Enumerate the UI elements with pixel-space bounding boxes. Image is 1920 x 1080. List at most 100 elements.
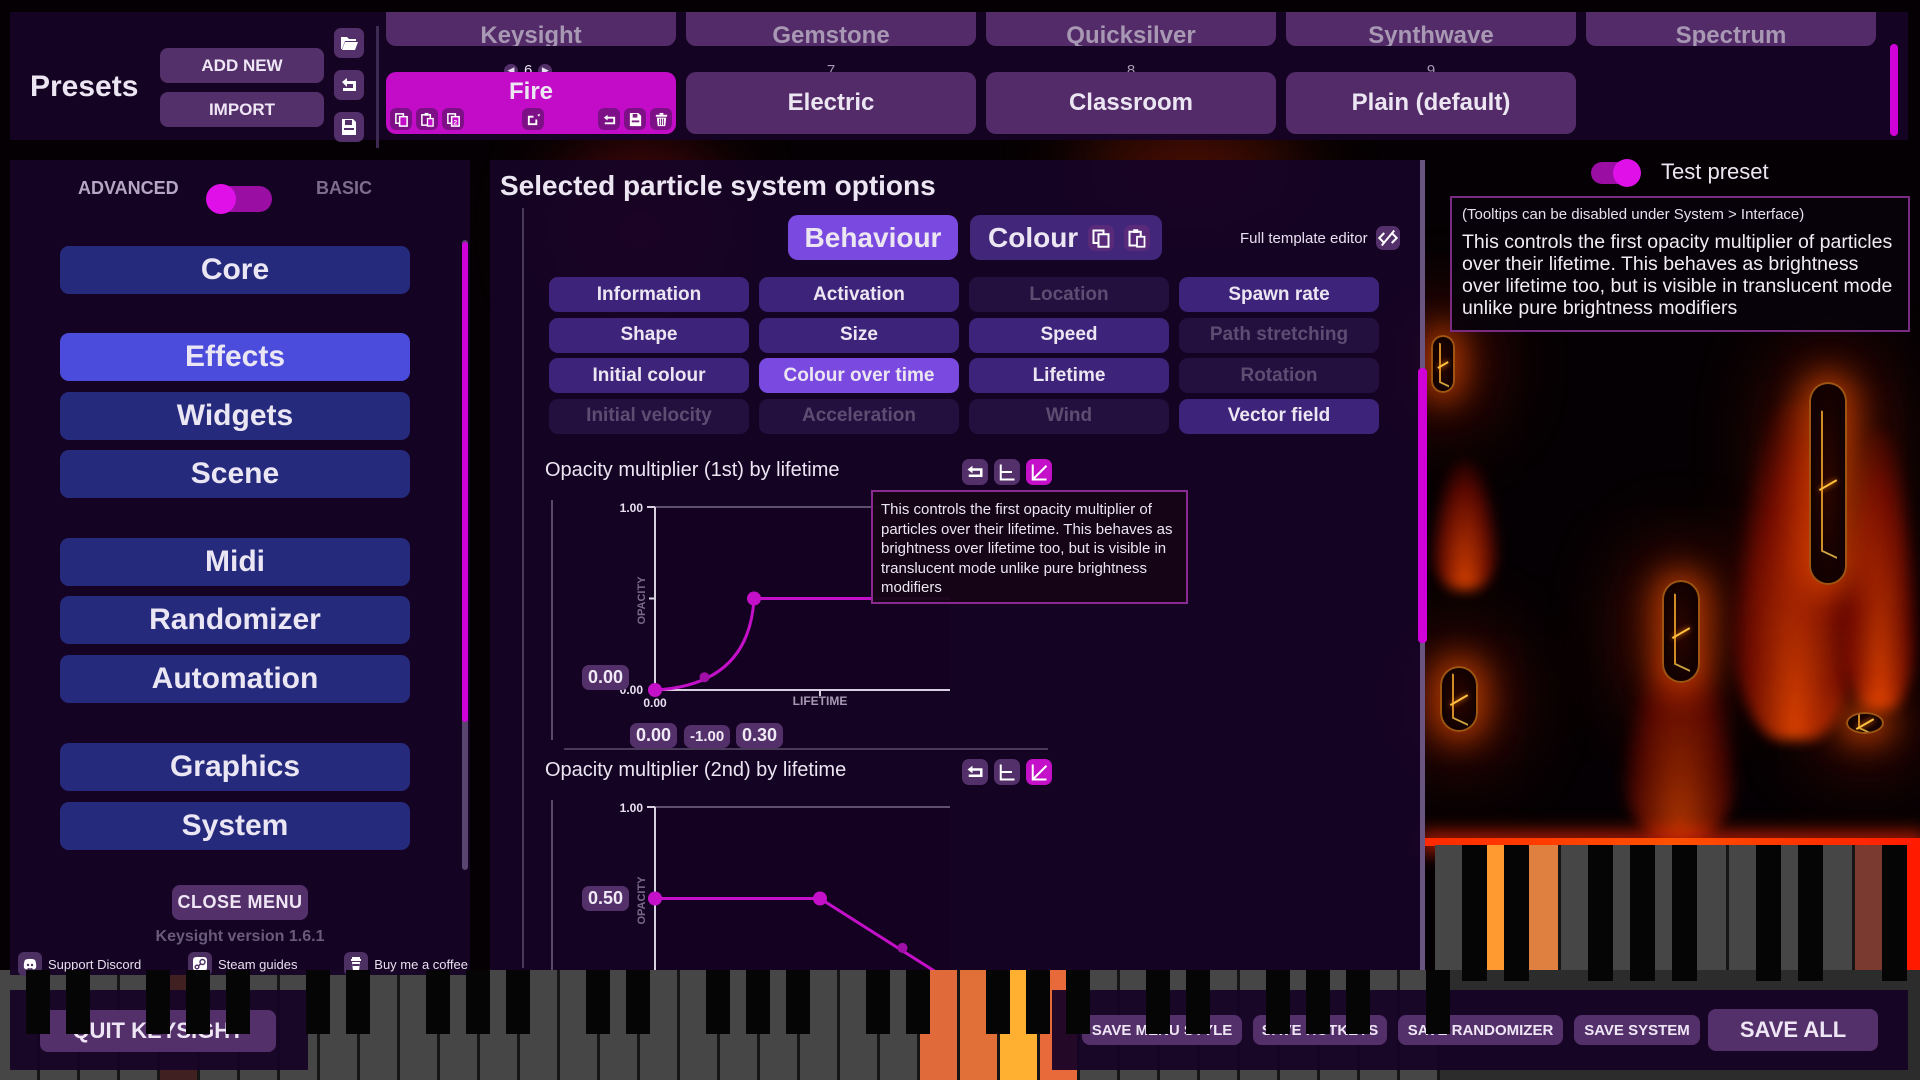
option-speed[interactable]: Speed: [969, 317, 1169, 353]
option-colour-over-time[interactable]: Colour over time: [759, 358, 959, 393]
tab-behaviour[interactable]: Behaviour: [788, 215, 958, 260]
mode-advanced-label: ADVANCED: [78, 177, 179, 198]
toggle-knob: [206, 184, 236, 214]
curve-value[interactable]: -1.00: [684, 725, 731, 748]
preset-name: Electric: [787, 89, 875, 116]
option-activation[interactable]: Activation: [759, 277, 959, 312]
preset-card-active[interactable]: Fire 2: [386, 72, 676, 134]
next-x-value[interactable]: 0.30: [736, 723, 784, 748]
preset-card[interactable]: Classroom: [986, 72, 1276, 134]
nav-graphics[interactable]: Graphics: [60, 743, 410, 791]
black-key: [466, 970, 490, 1034]
save-all-button[interactable]: SAVE ALL: [1708, 1009, 1878, 1051]
preset-card[interactable]: Electric: [686, 72, 976, 134]
undo-icon[interactable]: [334, 70, 364, 100]
nav-system[interactable]: System: [60, 802, 410, 850]
save-randomizer-button[interactable]: SAVE RANDOMIZER: [1398, 1015, 1563, 1045]
options-scrollbar-thumb[interactable]: [1418, 368, 1427, 643]
note-pillar: [1846, 712, 1884, 734]
nav-midi[interactable]: Midi: [60, 538, 410, 586]
linear-mode-icon[interactable]: [1026, 459, 1052, 485]
divider: [376, 26, 379, 148]
curve-point: [648, 891, 662, 906]
black-key: [986, 970, 1010, 1034]
black-key: [906, 970, 930, 1034]
paste-icon[interactable]: [416, 108, 438, 130]
copy-icon[interactable]: [390, 108, 412, 130]
preset-card[interactable]: Spectrum: [1586, 12, 1876, 46]
selected-y-value[interactable]: 0.50: [582, 886, 630, 911]
black-key: [1266, 970, 1290, 1034]
flame: [1430, 460, 1500, 590]
copy-icon[interactable]: [1088, 224, 1115, 251]
option-information[interactable]: Information: [549, 277, 749, 312]
duplicate-icon[interactable]: 2: [442, 108, 464, 130]
black-key: [26, 970, 50, 1034]
nav-widgets[interactable]: Widgets: [60, 392, 410, 440]
preset-name: Classroom: [1068, 89, 1194, 116]
nav-core[interactable]: Core: [60, 246, 410, 294]
step-mode-icon[interactable]: [994, 459, 1020, 485]
nav-automation[interactable]: Automation: [60, 655, 410, 703]
reset-icon[interactable]: [962, 759, 988, 785]
tab-colour[interactable]: Colour: [970, 215, 1162, 260]
selected-y-value[interactable]: 0.00: [582, 665, 630, 690]
test-preset-toggle[interactable]: [1591, 159, 1641, 187]
preset-name: Plain (default): [1351, 89, 1511, 116]
preset-card[interactable]: Gemstone: [686, 12, 976, 46]
save-icon[interactable]: [624, 108, 646, 130]
y-axis-label: OPACITY: [636, 876, 648, 925]
selected-x-value[interactable]: 0.00: [630, 723, 678, 748]
nav-effects[interactable]: Effects: [60, 333, 410, 381]
option-initial-velocity: Initial velocity: [549, 398, 749, 434]
y-axis-label: OPACITY: [636, 576, 648, 625]
note-pillar: [1431, 335, 1455, 393]
buy-me-a-coffee-label: Buy me a coffee: [374, 956, 468, 972]
revert-icon[interactable]: [598, 108, 620, 130]
nav-randomizer[interactable]: Randomizer: [60, 596, 410, 644]
save-icon[interactable]: [334, 112, 364, 142]
full-template-editor-label: Full template editor: [1240, 229, 1368, 247]
step-mode-icon[interactable]: [994, 759, 1020, 785]
preset-card[interactable]: Keysight: [386, 12, 676, 46]
preset-card[interactable]: Plain (default): [1286, 72, 1576, 134]
option-initial-colour[interactable]: Initial colour: [549, 358, 749, 393]
paste-icon[interactable]: [1124, 224, 1151, 251]
close-menu-button[interactable]: CLOSE MENU: [172, 885, 308, 920]
import-preset-button[interactable]: IMPORT: [160, 92, 324, 127]
reset-icon[interactable]: [962, 459, 988, 485]
option-size[interactable]: Size: [759, 317, 959, 353]
presets-scrollbar[interactable]: [1890, 44, 1898, 136]
presets-title: Presets: [30, 70, 139, 103]
save-system-button[interactable]: SAVE SYSTEM: [1574, 1015, 1700, 1045]
delete-icon[interactable]: [650, 108, 672, 130]
panel-title: Selected particle system options: [500, 170, 936, 201]
option-wind: Wind: [969, 398, 1169, 434]
menu-footer: CLOSE MENU Keysight version 1.6.1 Suppor…: [10, 870, 470, 976]
rename-icon[interactable]: [522, 108, 544, 130]
nav-scene[interactable]: Scene: [60, 450, 410, 498]
mode-toggle[interactable]: [206, 184, 272, 214]
option-shape[interactable]: Shape: [549, 317, 749, 353]
folder-open-icon[interactable]: [334, 28, 364, 58]
black-key: [1588, 845, 1614, 982]
preset-card[interactable]: Quicksilver: [986, 12, 1276, 46]
code-hidden-icon[interactable]: [1375, 226, 1400, 250]
option-spawn-rate[interactable]: Spawn rate: [1179, 277, 1379, 312]
black-key: [1066, 970, 1090, 1034]
black-key: [226, 970, 250, 1034]
preset-name: Fire: [508, 78, 553, 105]
option-lifetime[interactable]: Lifetime: [969, 358, 1169, 393]
test-preset-label: Test preset: [1661, 159, 1769, 184]
option-vector-field[interactable]: Vector field: [1179, 398, 1379, 434]
preset-card[interactable]: Synthwave: [1286, 12, 1576, 46]
add-new-preset-button[interactable]: ADD NEW: [160, 48, 324, 83]
graph2-chart[interactable]: 1.00 OPACITY: [550, 790, 950, 970]
black-key: [66, 970, 90, 1034]
full-template-editor[interactable]: Full template editor: [1240, 226, 1400, 250]
linear-mode-icon[interactable]: [1026, 759, 1052, 785]
note-pillar: [1809, 382, 1847, 585]
y-max-label: 1.00: [620, 801, 644, 815]
menu-scrollbar-thumb[interactable]: [462, 242, 468, 722]
svg-text:2: 2: [453, 119, 457, 126]
